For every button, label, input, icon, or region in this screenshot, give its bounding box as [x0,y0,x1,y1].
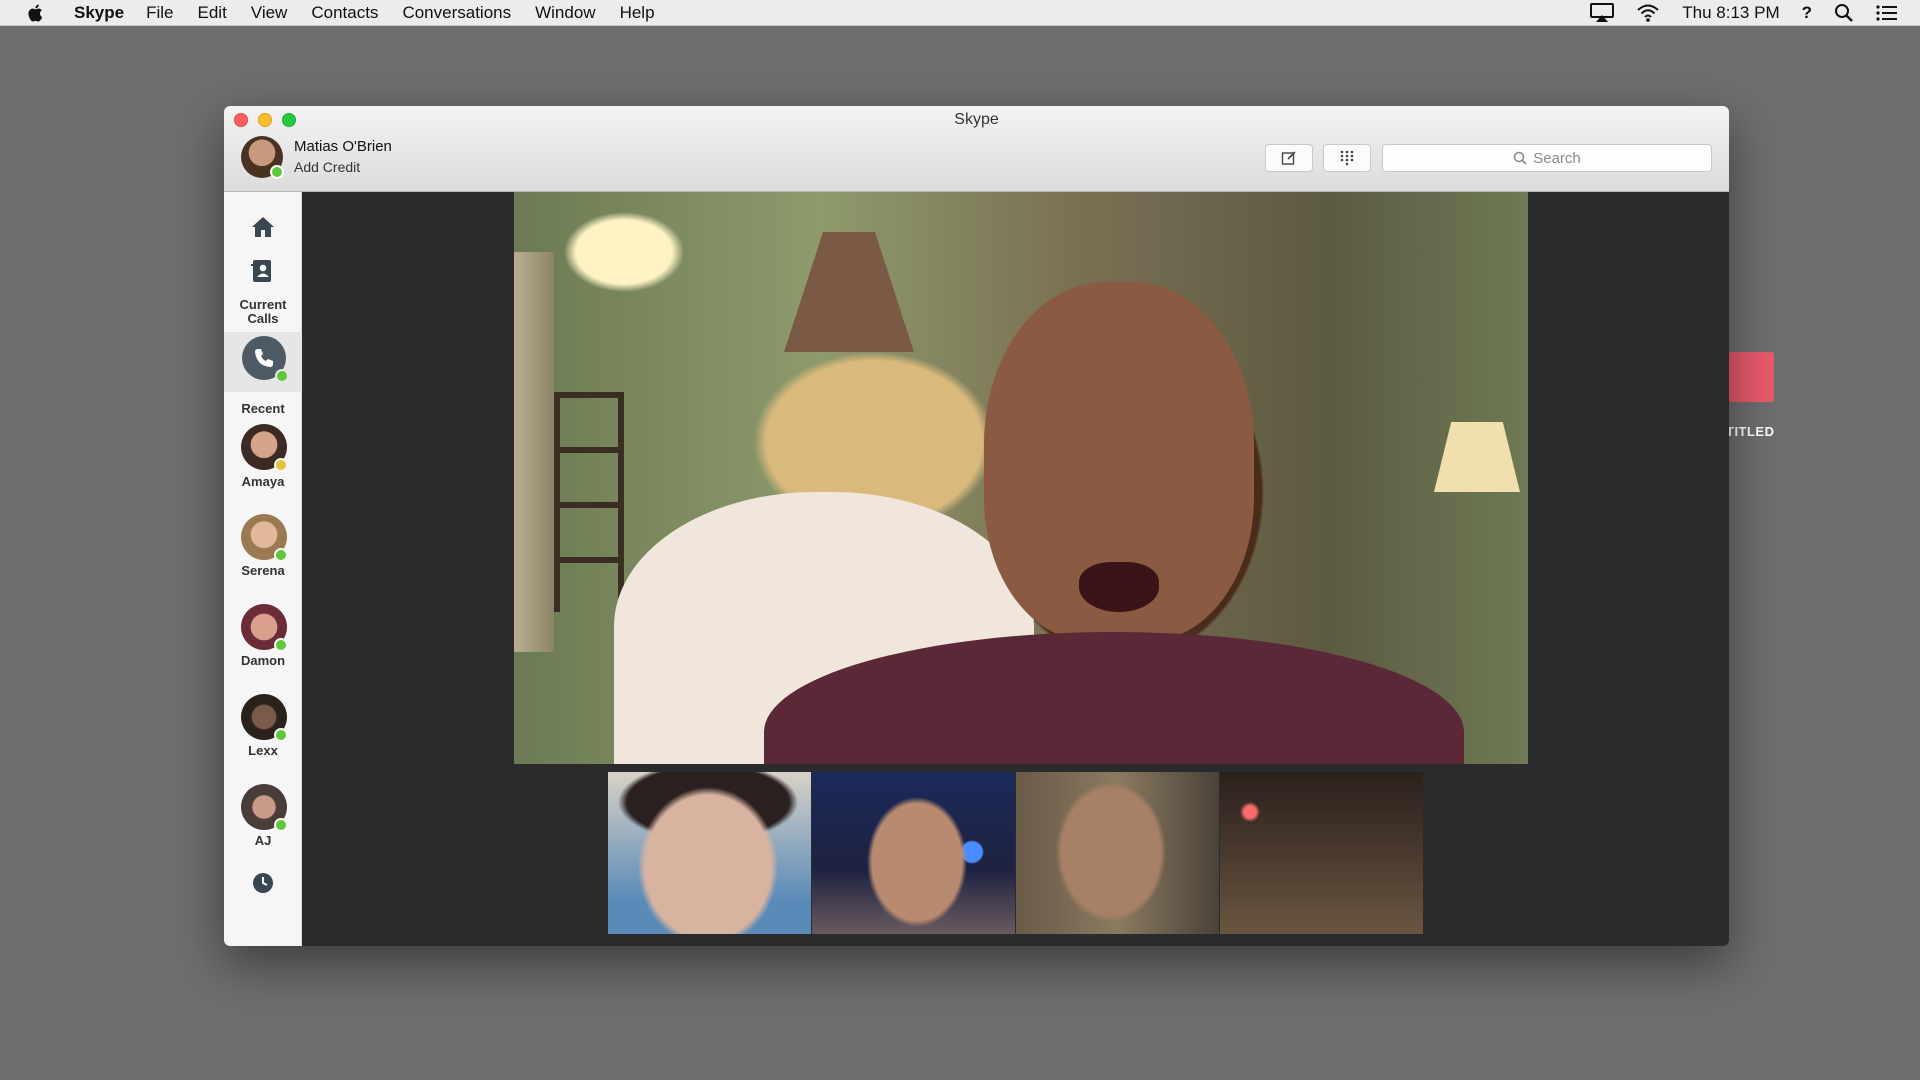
current-calls-label[interactable]: Current Calls [224,298,302,326]
menubar-clock[interactable]: Thu 8:13 PM [1682,3,1779,23]
dialpad-icon [1340,150,1354,166]
video-window-curtain [514,252,554,652]
menu-conversations[interactable]: Conversations [402,3,511,23]
contact-status-icon [274,458,288,472]
contact-name-serena[interactable]: Serena [224,564,302,578]
contacts-book-icon[interactable] [251,259,273,283]
main-video-feed[interactable] [514,192,1528,764]
participant-thumbnail[interactable] [812,772,1015,934]
title-bar: Skype Matias O'Brien Add Credit Search [224,106,1729,192]
history-clock-icon[interactable] [252,872,274,894]
contact-status-icon [274,548,288,562]
search-input[interactable]: Search [1382,144,1712,172]
contact-name-aj[interactable]: AJ [224,834,302,848]
help-icon[interactable]: ? [1802,3,1812,23]
menu-edit[interactable]: Edit [198,3,227,23]
contact-status-icon [274,818,288,832]
phone-icon [255,349,273,367]
search-placeholder: Search [1533,149,1581,167]
participant-thumbnail[interactable] [1220,772,1423,934]
participant-thumbnail[interactable] [608,772,811,934]
participant-strip [608,772,1424,934]
profile-status-icon [270,165,284,179]
desktop-file-label[interactable]: TITLED [1726,424,1816,439]
recent-label[interactable]: Recent [224,402,302,416]
menu-help[interactable]: Help [620,3,655,23]
airplay-icon[interactable] [1590,3,1615,23]
menu-file[interactable]: File [146,3,173,23]
spotlight-search-icon[interactable] [1834,3,1854,23]
window-title: Skype [954,111,999,128]
apple-logo-icon[interactable] [26,3,44,23]
home-icon[interactable] [251,216,275,238]
contact-status-icon [274,728,288,742]
menu-contacts[interactable]: Contacts [311,3,378,23]
participant-thumbnail[interactable] [1016,772,1219,934]
menu-skype[interactable]: Skype [74,3,124,23]
profile-name[interactable]: Matias O'Brien [294,138,392,155]
status-area: Thu 8:13 PM ? [1590,0,1920,26]
menu-window[interactable]: Window [535,3,595,23]
desktop-file-icon[interactable] [1728,352,1774,402]
video-bookshelf [554,392,624,612]
menu-view[interactable]: View [251,3,288,23]
wifi-icon[interactable] [1636,3,1660,23]
contact-name-damon[interactable]: Damon [224,654,302,668]
video-lamp-shade [784,232,914,352]
contact-name-amaya[interactable]: Amaya [224,475,302,489]
video-mouth [1079,562,1159,612]
search-icon [1513,151,1527,165]
menu-bar: Skype File Edit View Contacts Conversati… [0,0,1920,26]
sidebar: Current Calls Recent Amaya Serena Damon … [224,192,302,946]
compose-button[interactable] [1265,144,1313,172]
notification-list-icon[interactable] [1876,4,1898,22]
contact-name-lexx[interactable]: Lexx [224,744,302,758]
skype-window: Skype Matias O'Brien Add Credit Search C… [224,106,1729,946]
add-credit-link[interactable]: Add Credit [294,159,360,175]
video-lamp-right [1434,422,1520,492]
call-status-icon [275,369,289,383]
compose-icon [1281,151,1296,165]
contact-status-icon [274,638,288,652]
dialpad-button[interactable] [1323,144,1371,172]
